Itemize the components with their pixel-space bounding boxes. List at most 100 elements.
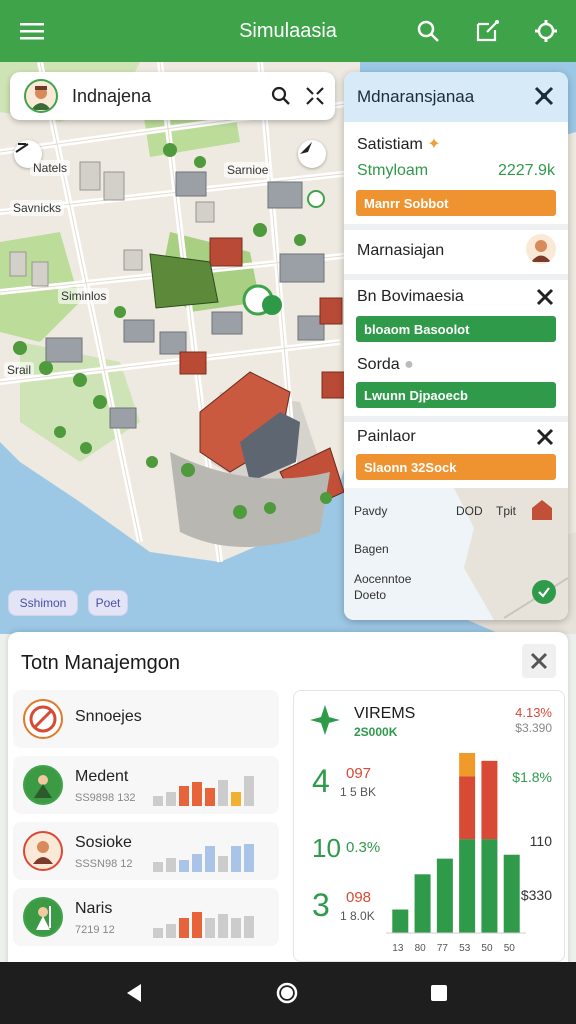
panel-footer-text: Pavdy	[354, 504, 388, 518]
management-sheet: Totn Manajemgon Snnoejes Medent SS9898 1…	[8, 632, 568, 972]
panel-footer-text: DOD	[456, 504, 483, 518]
tools-icon[interactable]	[536, 428, 554, 451]
resource-panel: Mdnaransjanaa Satistiam ✦ Stmyloam 2227.…	[344, 72, 568, 620]
chart-bar	[392, 909, 409, 933]
search-icon[interactable]	[414, 17, 442, 45]
recents-square-icon[interactable]	[424, 978, 454, 1008]
close-icon[interactable]	[522, 644, 556, 678]
map-label: Siminlos	[58, 288, 110, 304]
stat-row-value: 098	[346, 889, 372, 906]
edit-square-icon[interactable]	[474, 17, 502, 45]
gear-icon[interactable]	[532, 17, 560, 45]
list-item[interactable]: Sosioke SSSN98 12	[13, 822, 279, 880]
stat-title: VIREMS	[354, 705, 416, 722]
sheet-title: Totn Manajemgon	[21, 652, 180, 674]
item-stats: SS9898 132	[75, 792, 136, 804]
app-root: Simulaasia Natels Sarnioe Savnicks Simin…	[0, 0, 576, 1024]
map-label: Sarnioe	[224, 162, 272, 178]
tools-icon[interactable]	[536, 288, 554, 311]
stats-card: VIREMS 2S000K 4.13% $3.390 4 097 1 5 BK …	[293, 690, 565, 962]
chart-bar	[459, 776, 476, 840]
chart-bar	[503, 854, 520, 933]
map-filter-chip[interactable]: Sshimon	[8, 590, 78, 616]
item-stats: SSSN98 12	[75, 858, 133, 870]
stat-value: $3.390	[515, 721, 552, 735]
mini-bar-chart	[153, 912, 254, 938]
divider	[344, 416, 568, 422]
location-name: Indnajena	[72, 85, 152, 106]
chart-x-tick: 13	[392, 943, 404, 954]
divider	[344, 274, 568, 280]
item-stats: 7219 12	[75, 924, 115, 936]
no-entry-icon	[23, 699, 63, 739]
mini-bar-chart	[153, 776, 254, 806]
chart-x-tick: 50	[503, 943, 515, 954]
chart-bar	[459, 839, 476, 933]
item-name: Sosioke	[75, 834, 132, 851]
resource-label: Marnasiajan	[357, 242, 445, 259]
resource-label: Satistiam ✦	[357, 136, 441, 153]
stat-row-sub: 1 5 BK	[340, 785, 377, 799]
map-filter-chip[interactable]: Poet	[88, 590, 128, 616]
map-marker-icon[interactable]	[298, 140, 326, 168]
close-icon[interactable]	[532, 84, 556, 113]
home-circle-icon[interactable]	[272, 978, 302, 1008]
resource-action-bar[interactable]: bloaom Basoolot	[356, 316, 556, 342]
resource-label: Sorda ●	[357, 356, 414, 373]
mini-bar-chart	[153, 844, 254, 872]
soldier-icon	[23, 897, 63, 937]
panel-title: Mdnaransjanaa	[357, 87, 475, 106]
resource-sub: Stmyloam	[357, 162, 429, 179]
panel-footer-text: Bagen	[354, 542, 389, 556]
resource-label: Painlaor	[357, 428, 416, 445]
chart-bar	[414, 874, 431, 933]
list-item[interactable]: Naris 7219 12	[13, 888, 279, 946]
system-nav-bar	[0, 962, 576, 1024]
list-item[interactable]: Snnoejes	[13, 690, 279, 748]
chart-x-tick: 80	[414, 943, 426, 954]
search-icon[interactable]	[267, 82, 295, 110]
avatar	[24, 79, 58, 113]
merchant-icon	[23, 831, 63, 871]
resource-action-bar[interactable]: Slaonn 32Sock	[356, 454, 556, 480]
resource-label: Bn Bovimaesia	[357, 288, 464, 305]
app-bar: Simulaasia	[0, 0, 576, 62]
panel-header: Mdnaransjanaa	[344, 72, 568, 122]
drop-icon: ●	[404, 356, 414, 373]
stat-row-sub: 1 8.0K	[340, 909, 375, 923]
item-name: Medent	[75, 768, 129, 785]
map-label: Natels	[30, 160, 71, 176]
back-triangle-icon[interactable]	[118, 978, 148, 1008]
check-icon[interactable]	[532, 580, 556, 604]
chart-x-tick: 77	[436, 943, 448, 954]
chart-bar	[436, 858, 453, 933]
panel-footer-text: Aocenntoe	[354, 572, 412, 586]
stat-big-number: 10	[312, 833, 341, 863]
chart-bar	[481, 760, 498, 840]
resource-action-bar[interactable]: Lwunn Djpaoecb	[356, 382, 556, 408]
resource-action-bar[interactable]: Manrr Sobbot	[356, 190, 556, 216]
star-icon: ✦	[427, 136, 441, 153]
stat-change: 4.13%	[515, 705, 552, 720]
stat-row-value: 097	[346, 765, 372, 782]
building-icon	[530, 498, 554, 522]
map-label: Savnicks	[10, 200, 65, 216]
stat-bar-chart	[386, 753, 526, 934]
expand-icon[interactable]	[301, 82, 329, 110]
avatar	[526, 234, 556, 264]
item-name: Snnoejes	[75, 708, 142, 725]
panel-footer-text: Tpit	[496, 504, 517, 518]
resource-value: 2227.9k	[498, 162, 555, 179]
chart-x-axis: 13 80 77 53 50 50	[386, 943, 526, 957]
chart-bar	[459, 753, 476, 777]
list-item[interactable]: Medent SS9898 132	[13, 756, 279, 814]
location-search-card[interactable]: Indnajena	[10, 72, 335, 120]
compass-icon	[308, 703, 342, 742]
map-label: Srail	[4, 362, 35, 378]
stat-sub: 2S000K	[354, 725, 398, 739]
panel-footer-text: Doeto	[354, 588, 387, 602]
item-name: Naris	[75, 900, 113, 917]
divider	[344, 224, 568, 230]
stat-row-right: 110	[529, 833, 552, 849]
stat-big-number: 3	[312, 887, 330, 923]
